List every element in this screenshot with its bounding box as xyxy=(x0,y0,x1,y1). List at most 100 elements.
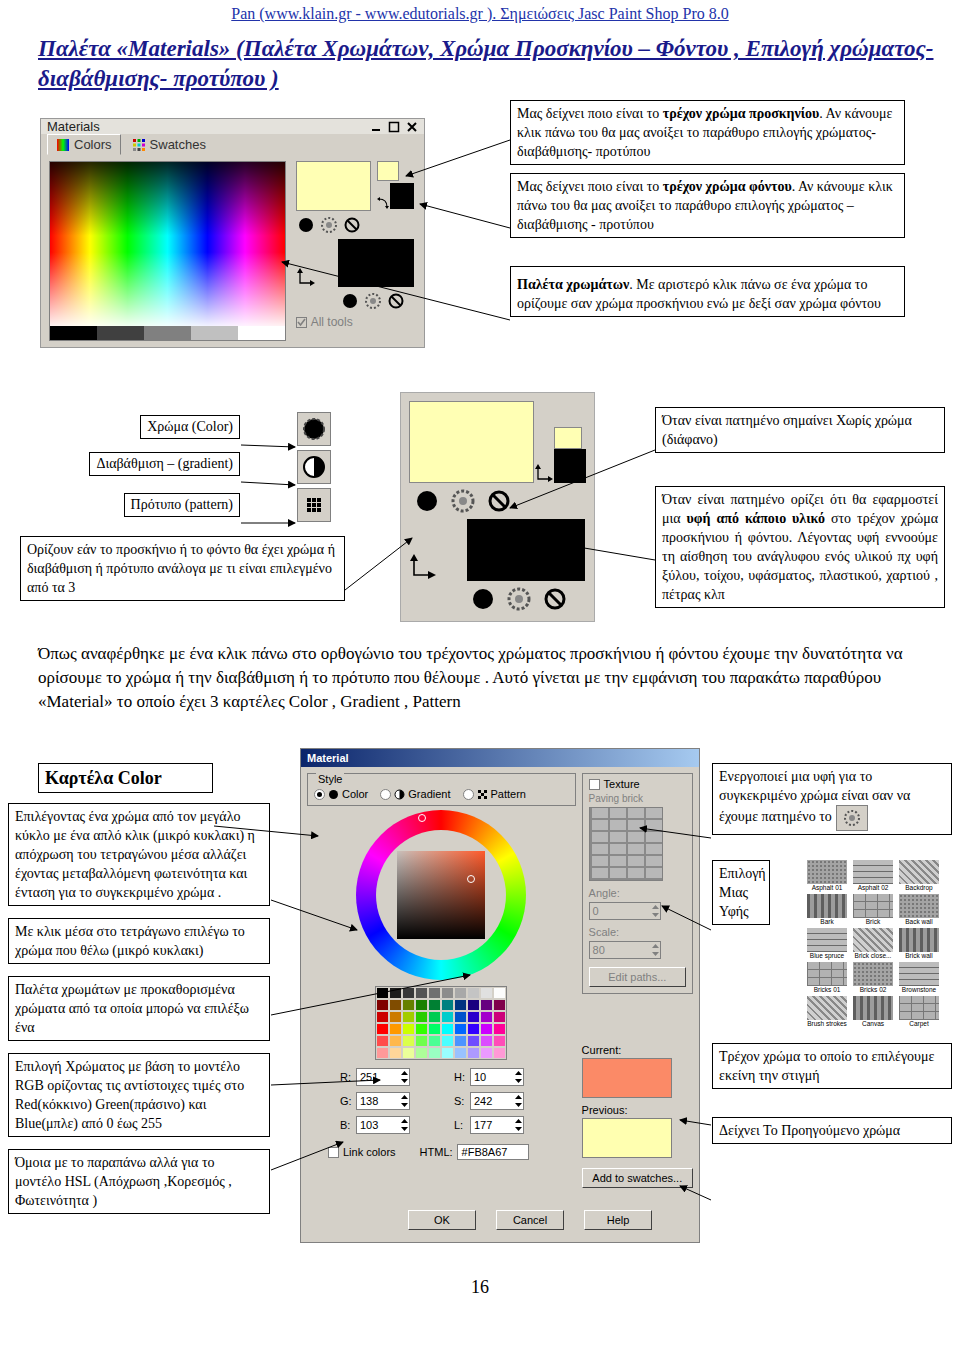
preset-swatch[interactable] xyxy=(415,1035,428,1047)
style-radio[interactable]: Pattern xyxy=(463,788,526,800)
foreground-swatch[interactable] xyxy=(409,401,534,483)
preset-swatch[interactable] xyxy=(415,1023,428,1035)
rgb-field[interactable]: 251 xyxy=(356,1068,410,1086)
radio-circle[interactable] xyxy=(314,789,325,800)
checkbox-box[interactable] xyxy=(328,1147,339,1158)
preset-swatch[interactable] xyxy=(428,1035,441,1047)
hue-wheel[interactable] xyxy=(356,810,526,980)
background-swatch[interactable] xyxy=(338,239,414,287)
preset-swatch[interactable] xyxy=(480,1023,493,1035)
palette-tab[interactable]: Colors xyxy=(47,134,121,155)
preset-swatch[interactable] xyxy=(376,1023,389,1035)
preset-swatch[interactable] xyxy=(493,999,506,1011)
texture-checkbox[interactable]: Texture xyxy=(589,778,686,790)
radio-circle[interactable] xyxy=(463,789,474,800)
link-colors-checkbox[interactable]: Link colors xyxy=(328,1146,396,1158)
hsl-field[interactable]: 177 xyxy=(470,1116,524,1134)
all-tools-checkbox[interactable]: All tools xyxy=(296,315,416,329)
maximize-icon[interactable] xyxy=(388,121,400,133)
grey-strip[interactable] xyxy=(50,326,285,340)
preset-swatch[interactable] xyxy=(415,1011,428,1023)
preset-swatch[interactable] xyxy=(467,999,480,1011)
spinner-icon[interactable] xyxy=(514,1117,523,1133)
preset-swatch[interactable] xyxy=(376,999,389,1011)
hsl-field[interactable]: 10 xyxy=(470,1068,524,1086)
texture-thumbnail[interactable]: Asphalt 01 xyxy=(805,860,849,892)
texture-thumbnail[interactable]: Backdrop xyxy=(897,860,941,892)
color-style-button[interactable] xyxy=(297,412,331,446)
color-style-icon[interactable] xyxy=(340,291,360,311)
preset-swatch[interactable] xyxy=(493,1035,506,1047)
texture-thumbnail[interactable]: Brick close... xyxy=(851,928,895,960)
color-style-icon[interactable] xyxy=(296,215,316,235)
preset-swatch[interactable] xyxy=(480,1011,493,1023)
spectrum-colors[interactable] xyxy=(50,162,285,326)
texture-thumbnail[interactable]: Brownstone xyxy=(897,962,941,994)
texture-thumbnail[interactable]: Canvas xyxy=(851,996,895,1028)
hsl-field[interactable]: 242 xyxy=(470,1092,524,1110)
texture-thumbnail[interactable]: Brick wall xyxy=(897,928,941,960)
palette-tab[interactable]: Swatches xyxy=(123,134,215,155)
grey-swatch[interactable] xyxy=(238,326,285,340)
html-field[interactable]: #FB8A67 xyxy=(457,1144,529,1160)
swap-icon[interactable] xyxy=(534,463,554,483)
preset-swatch[interactable] xyxy=(493,987,506,999)
background-mini-swatch[interactable] xyxy=(554,449,586,483)
transparent-icon[interactable] xyxy=(342,215,362,235)
grey-swatch[interactable] xyxy=(50,326,97,340)
spinner-icon[interactable] xyxy=(514,1093,523,1109)
preset-swatch[interactable] xyxy=(402,1011,415,1023)
preset-swatch[interactable] xyxy=(467,1023,480,1035)
preset-swatch[interactable] xyxy=(389,1023,402,1035)
radio-circle[interactable] xyxy=(380,789,391,800)
edit-paths-button[interactable]: Edit paths... xyxy=(589,967,686,987)
preset-swatch[interactable] xyxy=(428,1011,441,1023)
preset-swatch[interactable] xyxy=(441,1011,454,1023)
color-spectrum[interactable] xyxy=(49,161,286,341)
preset-swatch[interactable] xyxy=(389,1011,402,1023)
preset-swatch[interactable] xyxy=(441,999,454,1011)
background-mini-swatch[interactable] xyxy=(390,183,414,209)
gradient-style-button[interactable] xyxy=(297,450,331,484)
texture-thumbnail[interactable]: Bark xyxy=(805,894,849,926)
texture-thumbnail[interactable]: Brick xyxy=(851,894,895,926)
minimize-icon[interactable] xyxy=(370,121,382,133)
rgb-field[interactable]: 103 xyxy=(356,1116,410,1134)
grey-swatch[interactable] xyxy=(97,326,144,340)
texture-icon[interactable] xyxy=(449,487,477,515)
preset-swatch[interactable] xyxy=(428,987,441,999)
background-swatch[interactable] xyxy=(467,519,585,581)
preset-swatch[interactable] xyxy=(428,1023,441,1035)
texture-thumbnail[interactable]: Asphalt 02 xyxy=(851,860,895,892)
preset-swatch[interactable] xyxy=(402,1035,415,1047)
transparent-icon[interactable] xyxy=(541,585,569,613)
texture-preview[interactable] xyxy=(589,807,663,881)
add-to-swatches-button[interactable]: Add to swatches... xyxy=(582,1168,693,1188)
preset-swatch[interactable] xyxy=(467,987,480,999)
preset-swatch[interactable] xyxy=(389,1035,402,1047)
preset-swatch[interactable] xyxy=(454,1047,467,1059)
rgb-field[interactable]: 138 xyxy=(356,1092,410,1110)
texture-thumbnail[interactable]: Blue spruce xyxy=(805,928,849,960)
preset-swatch[interactable] xyxy=(480,999,493,1011)
transparent-icon[interactable] xyxy=(386,291,406,311)
preset-swatch[interactable] xyxy=(454,987,467,999)
preset-swatch[interactable] xyxy=(467,1047,480,1059)
texture-thumbnail[interactable]: Bricks 01 xyxy=(805,962,849,994)
close-icon[interactable] xyxy=(406,121,418,133)
color-sample-box[interactable] xyxy=(582,1058,672,1098)
preset-swatch[interactable] xyxy=(415,999,428,1011)
preset-swatch[interactable] xyxy=(454,1035,467,1047)
checkbox-box[interactable] xyxy=(589,779,600,790)
preset-swatch[interactable] xyxy=(389,987,402,999)
foreground-mini-swatch[interactable] xyxy=(377,161,399,181)
saturation-square[interactable] xyxy=(397,851,485,939)
swap-icon[interactable] xyxy=(377,197,389,209)
preset-swatch[interactable] xyxy=(402,1023,415,1035)
preset-swatch[interactable] xyxy=(467,1035,480,1047)
checkbox-box[interactable] xyxy=(296,317,307,328)
grey-swatch[interactable] xyxy=(191,326,238,340)
preset-swatch[interactable] xyxy=(441,1023,454,1035)
texture-icon[interactable] xyxy=(319,215,339,235)
color-sample-box[interactable] xyxy=(582,1118,672,1158)
